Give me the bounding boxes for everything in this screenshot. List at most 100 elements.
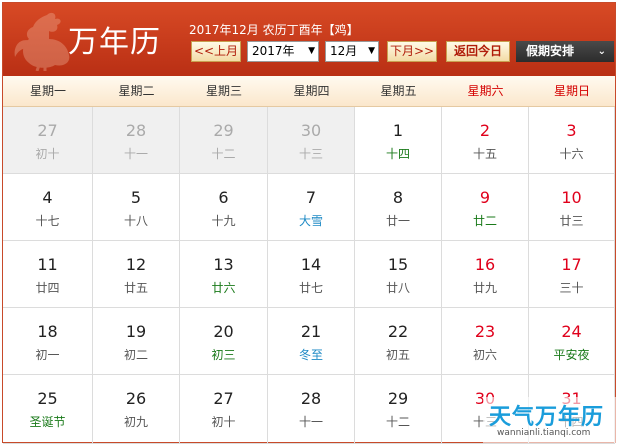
weekday-header-row: 星期一 星期二 星期三 星期四 星期五 星期六 星期日: [3, 76, 615, 107]
day-cell[interactable]: 18 初一: [3, 308, 93, 375]
day-cell[interactable]: 21 冬至: [268, 308, 355, 375]
prev-month-button[interactable]: <<上月: [191, 41, 241, 62]
lunar-date: 三十: [559, 281, 584, 295]
day-cell[interactable]: 27 初十: [3, 107, 93, 174]
watermark-title: 天气万年历: [489, 405, 605, 430]
lunar-date: 十二: [385, 415, 410, 429]
day-number: 29: [213, 121, 234, 140]
lunar-date: 十六: [559, 147, 584, 161]
day-cell[interactable]: 2 十五: [442, 107, 529, 174]
day-cell[interactable]: 28 十一: [268, 375, 355, 444]
day-cell[interactable]: 14 廿七: [268, 241, 355, 308]
day-number: 27: [213, 389, 234, 408]
lunar-date: 廿九: [472, 281, 497, 295]
day-cell[interactable]: 24 平安夜: [529, 308, 615, 375]
lunar-date: 十五: [472, 147, 497, 161]
day-number: 17: [561, 255, 582, 274]
weekday-label: 星期一: [29, 84, 66, 98]
rooster-icon: [14, 12, 70, 71]
day-cell[interactable]: 3 十六: [529, 107, 615, 174]
weekday-label: 星期三: [205, 84, 242, 98]
day-cell[interactable]: 9 廿二: [442, 174, 529, 241]
lunar-date: 廿四: [35, 281, 60, 295]
day-cell[interactable]: 16 廿九: [442, 241, 529, 308]
day-cell[interactable]: 19 初二: [93, 308, 180, 375]
today-button[interactable]: 返回今日: [446, 41, 510, 62]
day-cell[interactable]: 20 初三: [180, 308, 268, 375]
next-month-button[interactable]: 下月>>: [387, 41, 437, 62]
calendar-header: 万年历 2017年12月 农历丁酉年【鸡】 <<上月 2017年 ▼ 12月 ▼…: [3, 3, 615, 76]
day-cell[interactable]: 15 廿八: [355, 241, 442, 308]
day-number: 29: [387, 389, 409, 408]
day-cell[interactable]: 5 十八: [93, 174, 180, 241]
day-cell[interactable]: 4 十七: [3, 174, 93, 241]
day-number: 12: [125, 255, 147, 274]
dropdown-arrow-icon: ▼: [308, 46, 315, 56]
lunar-date: 冬至: [298, 348, 323, 362]
lunar-date: 初十: [35, 147, 60, 161]
day-number: 3: [566, 121, 577, 140]
day-number: 28: [300, 389, 322, 408]
day-cell[interactable]: 1 十四: [355, 107, 442, 174]
day-cell[interactable]: 10 廿三: [529, 174, 615, 241]
day-number: 22: [387, 322, 409, 341]
day-number: 6: [218, 188, 229, 207]
day-number: 9: [479, 188, 491, 207]
day-number: 13: [213, 255, 234, 274]
calendar-widget: 万年历 2017年12月 农历丁酉年【鸡】 <<上月 2017年 ▼ 12月 ▼…: [2, 2, 617, 444]
day-cell[interactable]: 27 初十: [180, 375, 268, 444]
day-cell[interactable]: 22 初五: [355, 308, 442, 375]
day-number: 10: [561, 188, 582, 207]
lunar-date: 初一: [35, 348, 60, 362]
day-cell[interactable]: 23 初六: [442, 308, 529, 375]
day-number: 4: [42, 188, 53, 207]
lunar-date: 廿七: [298, 281, 323, 295]
day-cell[interactable]: 29 十二: [355, 375, 442, 444]
day-cell[interactable]: 13 廿六: [180, 241, 268, 308]
chevron-down-icon: ⌄: [597, 46, 606, 57]
day-cell[interactable]: 28 十一: [93, 107, 180, 174]
month-select[interactable]: 12月 ▼: [325, 41, 379, 62]
lunar-date: 十八: [123, 214, 148, 228]
month-info: 2017年12月 农历丁酉年【鸡】: [189, 23, 359, 37]
day-cell[interactable]: 6 十九: [180, 174, 268, 241]
year-select[interactable]: 2017年 ▼: [247, 41, 319, 62]
day-number: 7: [305, 188, 317, 207]
lunar-date: 圣诞节: [29, 415, 66, 429]
day-cell[interactable]: 29 十二: [180, 107, 268, 174]
day-number: 26: [125, 389, 147, 408]
dropdown-arrow-icon: ▼: [368, 46, 375, 56]
day-number: 20: [213, 322, 234, 341]
lunar-date: 十二: [211, 147, 236, 161]
day-cell[interactable]: 26 初九: [93, 375, 180, 444]
day-number: 21: [300, 322, 322, 341]
lunar-date: 廿一: [385, 214, 410, 228]
year-select-value: 2017年: [252, 44, 295, 58]
weekday-label: 星期六: [467, 84, 504, 98]
lunar-date: 十七: [35, 214, 60, 228]
day-number: 30: [300, 121, 322, 140]
lunar-date: 初六: [472, 348, 497, 362]
lunar-date: 十四: [385, 147, 410, 161]
holiday-dropdown[interactable]: 假期安排 ⌄: [516, 41, 614, 62]
lunar-date: 廿八: [385, 281, 410, 295]
day-number: 24: [561, 322, 582, 341]
day-number: 23: [474, 322, 496, 341]
lunar-date: 初九: [123, 415, 148, 429]
day-cell[interactable]: 30 十三: [268, 107, 355, 174]
lunar-date: 初二: [123, 348, 148, 362]
day-cell[interactable]: 7 大雪: [268, 174, 355, 241]
lunar-date: 十九: [211, 214, 236, 228]
weekday-label: 星期五: [380, 84, 417, 98]
lunar-date: 十一: [123, 147, 148, 161]
day-cell[interactable]: 12 廿五: [93, 241, 180, 308]
day-number: 25: [37, 389, 58, 408]
day-cell[interactable]: 17 三十: [529, 241, 615, 308]
day-number: 1: [392, 121, 404, 140]
day-cell[interactable]: 8 廿一: [355, 174, 442, 241]
day-number: 14: [300, 255, 322, 274]
weekday-label: 星期二: [118, 84, 155, 98]
day-cell[interactable]: 25 圣诞节: [3, 375, 93, 444]
day-cell[interactable]: 11 廿四: [3, 241, 93, 308]
day-number: 28: [125, 121, 147, 140]
